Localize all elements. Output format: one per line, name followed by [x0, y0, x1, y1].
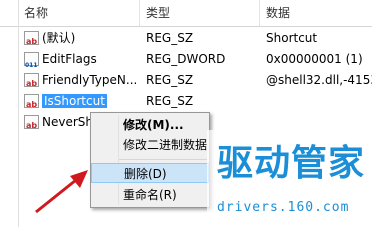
value-name: NeverSh	[42, 115, 93, 129]
string-value-icon	[24, 72, 39, 91]
value-name: FriendlyTypeN...	[42, 73, 138, 87]
menu-item-rename[interactable]: 重命名(R)	[91, 185, 209, 205]
menu-item-modify-binary[interactable]: 修改二进制数据	[91, 135, 209, 155]
registry-value-row-selected[interactable]: IsShortcut REG_SZ	[0, 91, 372, 112]
string-value-icon	[24, 93, 39, 112]
string-value-icon	[24, 114, 39, 133]
value-type: REG_SZ	[146, 31, 194, 45]
column-header-type[interactable]: 类型	[140, 0, 260, 26]
value-name: IsShortcut	[42, 94, 107, 108]
value-type: REG_SZ	[146, 94, 194, 108]
value-type: REG_DWORD	[146, 52, 226, 66]
context-menu: 修改(M)... 修改二进制数据 删除(D) 重命名(R)	[90, 112, 210, 208]
registry-value-row[interactable]: (默认) REG_SZ Shortcut	[0, 28, 372, 49]
menu-separator	[119, 159, 207, 160]
value-data	[266, 91, 372, 112]
registry-value-row[interactable]: EditFlags REG_DWORD 0x00000001 (1)	[0, 49, 372, 70]
list-header: 名称 类型 数据	[0, 0, 372, 27]
value-data: @shell32.dll,-4153	[266, 73, 372, 87]
registry-value-row[interactable]: FriendlyTypeN... REG_SZ @shell32.dll,-41…	[0, 70, 372, 91]
value-type: REG_SZ	[146, 73, 194, 87]
value-name: EditFlags	[42, 52, 97, 66]
watermark-logo: 驱动管家	[217, 143, 366, 184]
value-data: Shortcut	[266, 31, 318, 45]
value-data: 0x00000001 (1)	[266, 52, 363, 66]
column-header-data[interactable]: 数据	[260, 0, 372, 26]
column-header-name[interactable]: 名称	[18, 0, 140, 26]
value-name: (默认)	[42, 31, 76, 45]
watermark: 驱动管家 drivers.160.com	[207, 130, 372, 226]
pointer-arrow-icon	[35, 170, 88, 214]
watermark-url: drivers.160.com	[217, 200, 350, 215]
menu-item-delete[interactable]: 删除(D)	[91, 163, 209, 183]
menu-item-modify[interactable]: 修改(M)...	[91, 115, 209, 135]
binary-value-icon	[24, 51, 39, 70]
string-value-icon	[24, 30, 39, 49]
